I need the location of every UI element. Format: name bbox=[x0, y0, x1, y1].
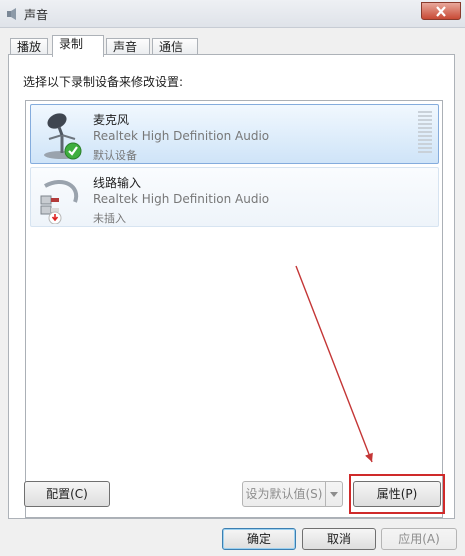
chevron-down-icon bbox=[330, 492, 338, 497]
device-microphone[interactable]: 麦克风 Realtek High Definition Audio 默认设备 bbox=[30, 104, 439, 164]
device-driver: Realtek High Definition Audio bbox=[93, 192, 270, 206]
close-button[interactable] bbox=[421, 2, 461, 20]
close-icon bbox=[436, 6, 446, 17]
apply-button[interactable]: 应用(A) bbox=[381, 528, 457, 550]
device-name: 麦克风 bbox=[93, 113, 130, 127]
recording-panel: 选择以下录制设备来修改设置: 麦克风 Realtek High Definiti… bbox=[8, 54, 455, 519]
device-list: 麦克风 Realtek High Definition Audio 默认设备 线… bbox=[25, 100, 443, 518]
window-title: 声音 bbox=[24, 8, 49, 22]
level-meter bbox=[418, 111, 432, 157]
device-name: 线路输入 bbox=[93, 176, 142, 190]
set-default-button[interactable]: 设为默认值(S) bbox=[242, 481, 326, 507]
device-status: 默认设备 bbox=[93, 149, 137, 162]
microphone-icon bbox=[44, 113, 82, 160]
speaker-icon bbox=[7, 8, 16, 20]
tab-recording[interactable]: 录制 bbox=[52, 35, 104, 57]
highlight-box bbox=[349, 474, 445, 514]
device-driver: Realtek High Definition Audio bbox=[93, 129, 270, 143]
cancel-button[interactable]: 取消 bbox=[302, 528, 376, 550]
instruction-text: 选择以下录制设备来修改设置: bbox=[23, 75, 184, 89]
device-line-in[interactable]: 线路输入 Realtek High Definition Audio 未插入 bbox=[30, 167, 439, 227]
device-status: 未插入 bbox=[93, 212, 126, 225]
configure-button[interactable]: 配置(C) bbox=[24, 481, 110, 507]
line-in-icon bbox=[40, 180, 79, 224]
ok-button[interactable]: 确定 bbox=[222, 528, 296, 550]
title-bar: 声音 bbox=[0, 0, 465, 28]
set-default-dropdown[interactable] bbox=[325, 481, 343, 507]
